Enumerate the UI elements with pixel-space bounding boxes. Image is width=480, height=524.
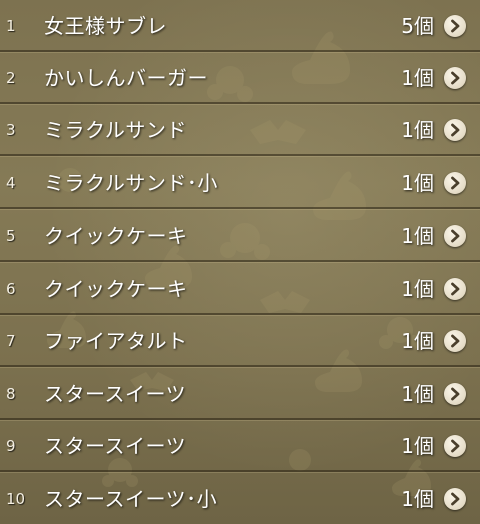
item-name: かいしんバーガー [44, 66, 208, 90]
chevron-right-icon[interactable] [444, 15, 466, 37]
item-quantity: 1個 [401, 277, 434, 301]
chevron-right-icon[interactable] [444, 278, 466, 300]
item-name: 女王様サブレ [44, 14, 167, 38]
item-list: 1 女王様サブレ 5個 2 かいしんバーガー 1個 3 ミラクルサンド 1個 4 [0, 0, 480, 524]
item-name: クイックケーキ [44, 277, 188, 301]
list-item[interactable]: 9 スタースイーツ 1個 [0, 420, 480, 472]
list-item[interactable]: 8 スタースイーツ 1個 [0, 368, 480, 420]
item-quantity: 1個 [401, 224, 434, 248]
item-number: 2 [6, 69, 16, 87]
item-quantity: 1個 [401, 329, 434, 353]
item-name: ミラクルサンド [44, 118, 187, 142]
item-number: 9 [6, 437, 16, 455]
list-item[interactable]: 2 かいしんバーガー 1個 [0, 52, 480, 104]
list-item[interactable]: 3 ミラクルサンド 1個 [0, 104, 480, 156]
chevron-right-icon[interactable] [444, 119, 466, 141]
chevron-right-icon[interactable] [444, 67, 466, 89]
item-number: 8 [6, 385, 16, 403]
item-quantity: 1個 [401, 382, 434, 406]
item-quantity: 5個 [401, 14, 434, 38]
list-item[interactable]: 4 ミラクルサンド･小 1個 [0, 157, 480, 209]
list-item[interactable]: 1 女王様サブレ 5個 [0, 0, 480, 52]
item-name: スタースイーツ･小 [44, 487, 218, 511]
item-name: クイックケーキ [44, 224, 188, 248]
chevron-right-icon[interactable] [444, 172, 466, 194]
item-name: ファイアタルト [44, 329, 188, 353]
item-list-screen: 1 女王様サブレ 5個 2 かいしんバーガー 1個 3 ミラクルサンド 1個 4 [0, 0, 480, 524]
list-item[interactable]: 6 クイックケーキ 1個 [0, 263, 480, 315]
chevron-right-icon[interactable] [444, 488, 466, 510]
item-name: スタースイーツ [44, 434, 187, 458]
item-number: 5 [6, 227, 16, 245]
item-number: 6 [6, 280, 16, 298]
item-number: 10 [6, 490, 26, 508]
list-item[interactable]: 10 スタースイーツ･小 1個 [0, 473, 480, 524]
item-quantity: 1個 [401, 118, 434, 142]
item-number: 4 [6, 174, 16, 192]
chevron-right-icon[interactable] [444, 225, 466, 247]
item-quantity: 1個 [401, 487, 434, 511]
item-quantity: 1個 [401, 66, 434, 90]
list-item[interactable]: 5 クイックケーキ 1個 [0, 210, 480, 262]
item-number: 7 [6, 332, 16, 350]
item-number: 1 [6, 17, 16, 35]
list-item[interactable]: 7 ファイアタルト 1個 [0, 315, 480, 367]
item-quantity: 1個 [401, 171, 434, 195]
item-name: スタースイーツ [44, 382, 187, 406]
chevron-right-icon[interactable] [444, 330, 466, 352]
item-name: ミラクルサンド･小 [44, 171, 218, 195]
item-quantity: 1個 [401, 434, 434, 458]
chevron-right-icon[interactable] [444, 383, 466, 405]
item-number: 3 [6, 121, 16, 139]
chevron-right-icon[interactable] [444, 435, 466, 457]
